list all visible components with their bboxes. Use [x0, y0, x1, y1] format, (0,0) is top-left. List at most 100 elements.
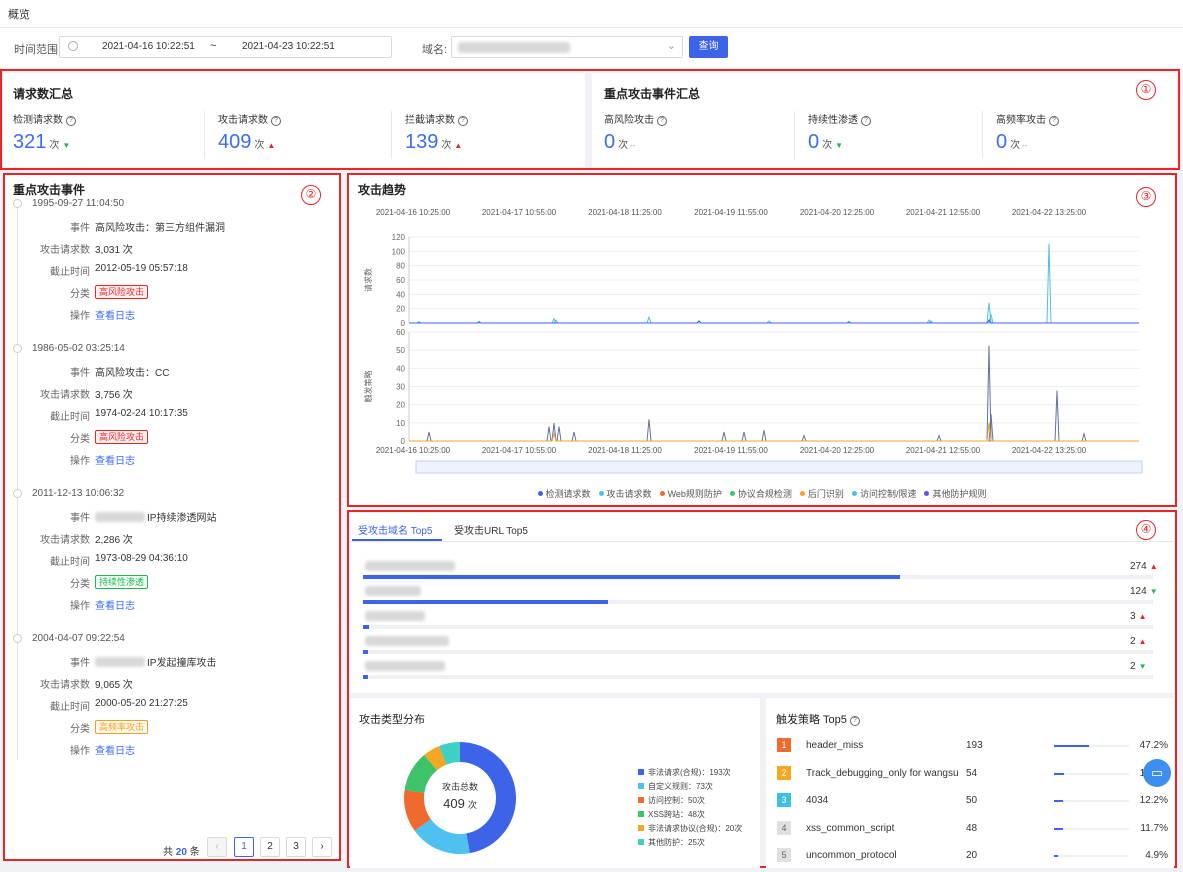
- trend-legend: 检测请求数 攻击请求数 Web规则防护 协议合规检测 后门识别 访问控制/限速 其他防护规则: [349, 487, 1175, 500]
- help-icon[interactable]: ?: [1049, 116, 1059, 126]
- help-icon[interactable]: ?: [849, 716, 860, 726]
- prev-page-button[interactable]: ‹: [207, 837, 227, 857]
- next-page-button[interactable]: ›: [312, 837, 332, 857]
- event-deadline-row: 截止时间 2012-05-19 05:57:18: [5, 263, 305, 278]
- help-icon[interactable]: ?: [271, 116, 281, 126]
- progress-track: [363, 625, 1153, 629]
- event-field-label: 事件: [70, 368, 90, 379]
- legend-item[interactable]: 其他防护规则: [924, 487, 986, 500]
- attacked-count: 2 ▲: [1130, 636, 1147, 647]
- help-icon[interactable]: ?: [657, 116, 667, 126]
- attacked-domain-redacted: [365, 636, 449, 646]
- attacked-count: 2 ▼: [1130, 661, 1147, 672]
- page-3-button[interactable]: 3: [286, 837, 306, 857]
- timeline-dot: [13, 199, 22, 208]
- end-time[interactable]: 2021-04-23 10:22:51: [242, 41, 335, 52]
- time-range-picker[interactable]: 2021-04-16 10:22:51 ~ 2021-04-23 10:22:5…: [59, 36, 392, 58]
- zoom-slider[interactable]: [415, 460, 1143, 474]
- event-action-value[interactable]: 查看日志: [95, 452, 135, 467]
- page-1-button[interactable]: 1: [234, 837, 254, 857]
- x-tick-label-top: 2021-04-19 11:55:00: [694, 208, 768, 217]
- y-tick-label: 0: [401, 437, 406, 446]
- tab-attacked-domain[interactable]: 受攻击域名 Top5: [358, 522, 432, 537]
- event-field-label: 截止时间: [50, 557, 90, 568]
- event-count-row: 攻击请求数 3,031 次: [5, 241, 305, 256]
- event-action-value[interactable]: 查看日志: [95, 597, 135, 612]
- attack-type-card: 攻击类型分布 攻击总数 409 次 非法请求(合规)：193次 自定义规则：73次…: [350, 698, 760, 868]
- y-tick-label: 40: [396, 364, 405, 373]
- trend-down-icon: ▼: [835, 141, 844, 150]
- x-tick-label-top: 2021-04-21 12:55:00: [906, 208, 981, 217]
- event-count-row: 攻击请求数 9,065 次: [5, 676, 305, 691]
- event-field-label: 操作: [70, 456, 90, 467]
- x-tick-label: 2021-04-16 10:25:00: [376, 446, 451, 455]
- event-count-row: 攻击请求数 2,286 次: [5, 531, 305, 546]
- summary-item-value: 0 次 --: [996, 131, 1028, 153]
- progress-track: [363, 600, 1153, 604]
- attack-trend-chart: 120100806040200请求数6050403020100触发策略2021-…: [363, 208, 1143, 474]
- event-field-label: 分类: [70, 289, 90, 300]
- strategy-name: xss_common_script: [806, 822, 895, 834]
- category-tag: 高风险攻击: [95, 285, 149, 299]
- pagination-total: 共 20 条: [163, 847, 200, 858]
- legend-item[interactable]: 协议合规检测: [729, 487, 792, 500]
- help-icon[interactable]: ?: [66, 116, 76, 126]
- event-field-label: 攻击请求数: [40, 680, 90, 691]
- event-field-label: 截止时间: [50, 702, 90, 713]
- attack-type-title: 攻击类型分布: [359, 714, 425, 726]
- category-tag: 高风险攻击: [95, 430, 149, 444]
- trend-flat-icon: --: [1022, 141, 1028, 150]
- chat-icon[interactable]: ▭: [1143, 759, 1171, 787]
- summary-item: 高频率攻击? 0 次 --: [982, 111, 1166, 161]
- view-log-link: 查看日志: [95, 746, 135, 757]
- page-title: 概览: [8, 9, 30, 21]
- strategy-progress-fill: [1054, 855, 1058, 857]
- progress-track: [363, 675, 1153, 679]
- event-category-value: 高风险攻击: [95, 430, 149, 444]
- y-tick-label: 60: [396, 328, 405, 337]
- trend-down-icon: ▼: [1138, 662, 1147, 671]
- tab-attacked-url[interactable]: 受攻击URL Top5: [454, 522, 528, 537]
- legend-item[interactable]: Web规则防护: [659, 487, 722, 500]
- y-tick-label: 30: [396, 383, 405, 392]
- trend-flat-icon: --: [630, 141, 636, 150]
- legend-item[interactable]: 访问控制/限速: [851, 487, 916, 500]
- x-tick-label: 2021-04-19 11:55:00: [694, 446, 768, 455]
- view-log-link: 查看日志: [95, 311, 135, 322]
- strategy-progress-track: [1054, 745, 1129, 747]
- domain-select[interactable]: ⌄: [451, 36, 683, 58]
- event-field-label: 分类: [70, 724, 90, 735]
- legend-item[interactable]: 后门识别: [799, 487, 844, 500]
- start-time[interactable]: 2021-04-16 10:22:51: [102, 41, 195, 52]
- event-count-value: 2,286 次: [95, 535, 133, 546]
- legend-item[interactable]: 检测请求数: [537, 487, 591, 500]
- trend-down-icon: ▼: [62, 141, 71, 150]
- event-count-row: 攻击请求数 3,756 次: [5, 386, 305, 401]
- event-field-label: 截止时间: [50, 267, 90, 278]
- summary-item-label: 持续性渗透?: [808, 111, 871, 126]
- donut-legend-item: XSS跨站：48次: [638, 809, 742, 823]
- page-2-button[interactable]: 2: [260, 837, 280, 857]
- x-tick-label: 2021-04-18 11:25:00: [588, 446, 662, 455]
- event-action-value[interactable]: 查看日志: [95, 742, 135, 757]
- key-event-summary-card: 重点攻击事件汇总 高风险攻击? 0 次 -- 持续性渗透? 0 次 ▼ 高频率攻击? 0 次 --: [592, 73, 1176, 167]
- event-action-value[interactable]: 查看日志: [95, 307, 135, 322]
- event-count-value: 3,031 次: [95, 245, 133, 256]
- trend-up-icon: ▲: [454, 141, 463, 150]
- strategy-count: 54: [966, 767, 978, 779]
- help-icon[interactable]: ?: [861, 116, 871, 126]
- strategy-name: header_miss: [806, 740, 864, 751]
- event-category-value: 持续性渗透: [95, 575, 149, 589]
- attacked-domain-redacted: [365, 586, 421, 596]
- legend-item[interactable]: 攻击请求数: [598, 487, 652, 500]
- strategy-progress-fill: [1054, 800, 1064, 802]
- x-tick-label: 2021-04-20 12:25:00: [800, 446, 875, 455]
- y-tick-label: 120: [392, 233, 406, 242]
- donut-center-value: 409 次: [443, 796, 477, 811]
- marker-1: ①: [1136, 80, 1156, 100]
- help-icon[interactable]: ?: [458, 116, 468, 126]
- tab-divider: [350, 541, 1174, 542]
- query-button[interactable]: 查询: [689, 36, 728, 58]
- category-tag: 高频率攻击: [95, 720, 149, 734]
- strategy-progress-fill: [1054, 745, 1090, 747]
